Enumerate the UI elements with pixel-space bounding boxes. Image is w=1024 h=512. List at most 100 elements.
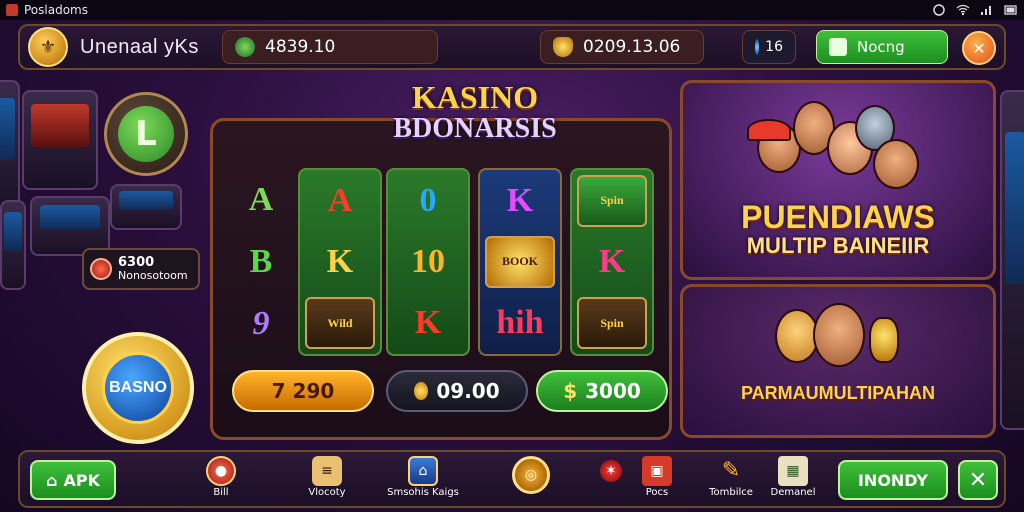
reel-1[interactable]: A K Wild [298,168,382,356]
gift-icon: ▣ [642,456,672,486]
apk-label: APK [63,470,100,490]
apk-download-button[interactable]: ⌂ APK [30,460,116,500]
nav-item-demanel[interactable]: ▦ Demanel [756,456,830,506]
bg-slot-machine [0,80,20,220]
signal-icon [981,6,991,15]
wheel-icon: ◎ [512,456,550,494]
coin-bag-icon [553,37,573,57]
win-display: 09.00 [386,370,528,412]
status-app-name: Posladoms [24,3,88,17]
nav-item-vlocoty[interactable]: ≡ Vlocoty [290,456,364,506]
character-avatar [873,139,919,189]
info-value: 6300 [118,255,155,270]
primary-action-label: INONDY [857,470,929,490]
symbol: A [248,181,274,218]
symbol: hih [496,304,544,342]
symbol: K [414,304,442,342]
bet-button[interactable]: 7 290 [232,370,374,412]
bg-slot-machine [1000,90,1024,430]
top-bar: ⚜ Unenaal yKs 4839.10 0209.13.06 16 Nocn… [18,24,1006,70]
promo1-title: PUENDIAWS [741,199,935,235]
slot-title-line1: KASINO [411,79,539,115]
wifi-icon [956,4,970,16]
symbol: 9 [252,305,270,342]
clock-icon [933,4,945,16]
gem-icon [755,39,760,55]
character-avatar [813,303,865,367]
nav-label: Tombilce [709,487,753,498]
symbol: K [506,181,534,219]
symbol: Spin [577,174,647,227]
status-bar: Posladoms [0,0,1024,20]
nav-label: Pocs [645,487,669,498]
x-icon[interactable]: ✕ [958,460,998,500]
nav-item-shop[interactable]: ⌂ Smsohis Kaigs [386,456,460,506]
coin-label: BASNO [102,352,174,424]
reel-3[interactable]: K BOOK hih [478,168,562,356]
gem-count: 16 [765,39,783,55]
symbol: Spin [577,297,647,350]
nav-item-bill[interactable]: ● Bill [184,456,258,506]
promo2-title: PARMAUMULTIPAHAN [741,383,935,403]
symbol: 0 [419,181,437,219]
nav-label: Smsohis Kaigs [387,487,459,498]
bottom-nav: ⌂ APK ● Bill ≡ Vlocoty ⌂ Smsohis Kaigs ◎… [18,450,1006,508]
shop-icon: ⌂ [408,456,438,486]
spin-button[interactable]: $ 3000 [536,370,668,412]
pencil-icon: ✎ [721,458,741,483]
symbol: K [326,242,354,280]
promo-banner-multiplayer[interactable]: PUENDIAWS MULTIP BAINEIIR [680,80,996,280]
info-chip[interactable]: 6300 Nonosotoom [82,248,200,290]
symbol: Wild [305,297,375,350]
bg-slot-machine [0,200,26,290]
bg-slot-machine [22,90,98,190]
win-value: 09.00 [436,379,500,403]
promo-banner-party[interactable]: PARMAUMULTIPAHAN [680,284,996,438]
bg-slot-machine [110,184,182,230]
flag-icon [829,38,847,56]
nav-label: Vlocoty [308,487,346,498]
app-icon [6,4,18,16]
balance-pill[interactable]: 4839.10 [222,30,438,64]
globe-icon [235,37,255,57]
header-action-label: Nocng [857,38,905,56]
trophy-icon [869,317,899,363]
symbol: A [327,181,353,219]
ruby-icon [90,258,112,280]
nav-item-wheel[interactable]: ◎ [494,456,568,506]
symbol: 10 [411,242,445,280]
level-badge[interactable]: L [104,92,188,176]
character-hair [747,119,791,141]
close-icon[interactable]: ✕ [962,31,996,65]
chip-icon: ● [206,456,236,486]
shield-icon[interactable]: ⚜ [28,27,68,67]
primary-action-button[interactable]: INONDY [838,460,948,500]
symbol: BOOK [485,235,555,288]
level-letter: L [118,106,174,162]
reel-2[interactable]: 0 10 K [386,168,470,356]
bet-value: 7 290 [271,379,335,403]
nav-label: Bill [213,487,229,498]
total-value: 3000 [585,379,641,403]
header-action-button[interactable]: Nocng [816,30,948,64]
slot-title-line2: BDONARSIS [393,113,557,144]
info-label: Nonosotoom [118,269,188,282]
status-icons [932,4,1018,16]
nav-label: Demanel [770,487,816,498]
coins-pill[interactable]: 0209.13.06 [540,30,704,64]
gem-counter[interactable]: 16 [742,30,796,64]
gallery-icon: ▦ [778,456,808,486]
coin-icon [414,382,429,400]
symbol: B [249,243,273,280]
reel-4[interactable]: Spin K Spin [570,168,654,356]
page-title: Unenaal yKs [80,35,199,58]
casino-coin-button[interactable]: BASNO [82,332,194,444]
promo1-subtitle: MULTIP BAINEIIR [746,233,930,258]
battery-icon [1004,5,1017,15]
left-symbol-column: A B 9 [236,178,286,346]
symbol: K [598,242,626,280]
dollar-icon: $ [563,379,578,403]
chat-icon: ≡ [312,456,342,486]
coins-value: 0209.13.06 [583,37,681,57]
nav-item-pocs[interactable]: ▣ Pocs [620,456,694,506]
